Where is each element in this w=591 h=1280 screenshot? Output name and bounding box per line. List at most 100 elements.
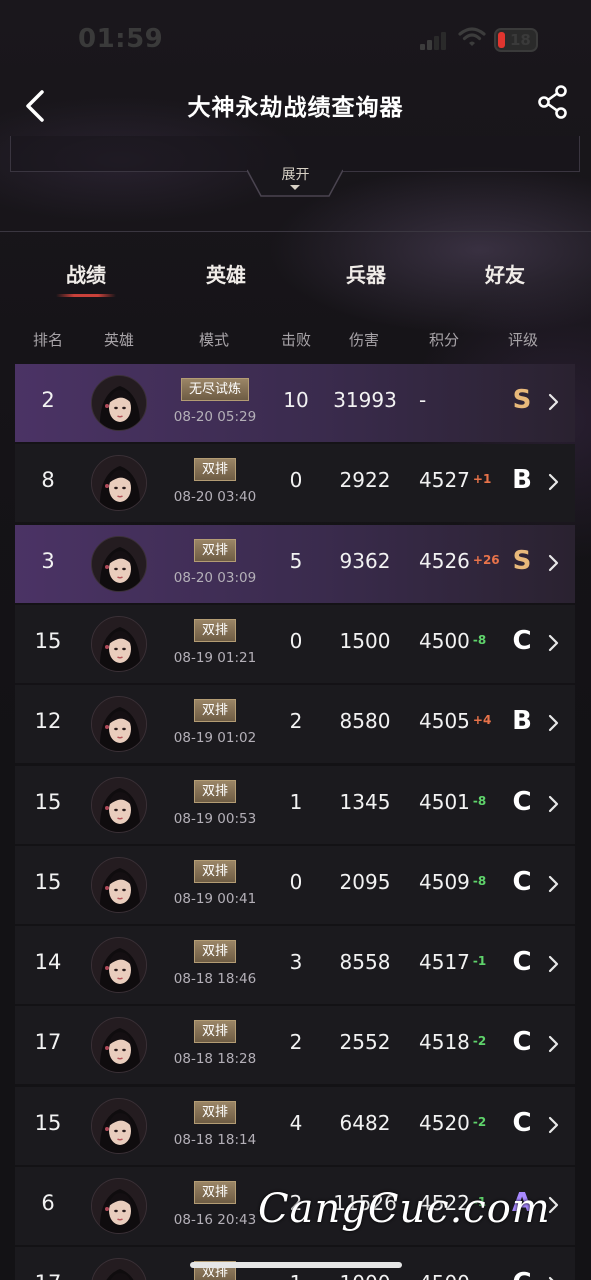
grade-value: C — [512, 626, 532, 656]
score-value: 4526 — [419, 549, 470, 573]
score-delta: -8 — [472, 874, 487, 888]
score-value: 4520 — [419, 1111, 470, 1135]
tab-records[interactable]: 战绩 — [36, 259, 136, 288]
table-row[interactable]: 15 双排 08-19 00:53 1 1345 4501 -8 C — [15, 766, 575, 844]
rank-value: 8 — [41, 468, 55, 492]
share-button[interactable] — [536, 84, 570, 120]
match-time: 08-20 03:40 — [173, 489, 257, 505]
mode-cell: 双排 08-20 03:40 — [165, 458, 265, 505]
table-row[interactable]: 3 双排 08-20 03:09 5 9362 4526 +26 S — [15, 525, 575, 603]
tab-heroes[interactable]: 英雄 — [176, 259, 276, 288]
watermark: CangCuc.com — [258, 1186, 551, 1232]
kills-value: 5 — [289, 549, 303, 573]
kills-value: 1 — [289, 790, 303, 814]
hero-avatar — [91, 696, 147, 752]
mode-badge: 双排 — [193, 860, 236, 883]
damage-value: 2095 — [339, 870, 391, 894]
caret-down-icon — [290, 185, 300, 190]
damage-value: 8580 — [339, 709, 391, 733]
rank-value: 2 — [41, 388, 55, 412]
hero-avatar — [91, 1258, 147, 1280]
mode-badge: 无尽试炼 — [180, 378, 249, 401]
chevron-right-icon[interactable] — [545, 631, 561, 655]
column-header-score: 积分 — [428, 331, 459, 349]
rank-value: 3 — [41, 549, 55, 573]
mode-badge: 双排 — [193, 539, 236, 562]
chevron-right-icon[interactable] — [545, 711, 561, 735]
rank-value: 15 — [34, 870, 62, 894]
score-cell: 4526 +26 — [415, 549, 505, 573]
active-tab-indicator — [56, 294, 116, 297]
mode-cell: 双排 08-18 18:46 — [165, 940, 265, 987]
score-cell: 4517 -1 — [415, 950, 505, 974]
chevron-right-icon[interactable] — [545, 1113, 561, 1137]
table-row[interactable]: 17 双排 08-18 18:28 2 2552 4518 -2 C — [15, 1006, 575, 1084]
match-time: 08-18 18:14 — [173, 1132, 257, 1148]
mode-cell: 双排 08-19 01:02 — [165, 699, 265, 746]
chevron-right-icon[interactable] — [545, 952, 561, 976]
grade-value: S — [512, 546, 532, 576]
hero-avatar — [91, 937, 147, 993]
score-delta: +4 — [472, 713, 492, 727]
score-value: - — [419, 388, 427, 412]
tab-friends[interactable]: 好友 — [455, 259, 555, 288]
kills-value: 4 — [289, 1111, 303, 1135]
table-row[interactable]: 15 双排 08-19 01:21 0 1500 4500 -8 C — [15, 605, 575, 683]
table-row[interactable]: 15 双排 08-19 00:41 0 2095 4509 -8 C — [15, 846, 575, 924]
chevron-right-icon[interactable] — [545, 390, 561, 414]
mode-cell: 双排 08-19 00:53 — [165, 780, 265, 827]
score-cell: 4527 +1 — [415, 468, 505, 492]
column-header-hero: 英雄 — [103, 331, 134, 349]
kills-value: 0 — [289, 629, 303, 653]
table-row[interactable]: 8 双排 08-20 03:40 0 2922 4527 +1 B — [15, 444, 575, 522]
hero-avatar — [91, 1098, 147, 1154]
score-value: 4500 — [419, 629, 470, 653]
mode-badge: 双排 — [193, 780, 236, 803]
chevron-right-icon[interactable] — [545, 1032, 561, 1056]
rank-value: 17 — [34, 1030, 62, 1054]
rank-value: 17 — [23, 1271, 73, 1280]
score-delta: -8 — [472, 633, 487, 647]
match-time: 08-20 03:09 — [173, 570, 257, 586]
rank-value: 15 — [34, 629, 62, 653]
kills-value: 2 — [289, 709, 303, 733]
kills-value: 0 — [289, 468, 303, 492]
score-value: 4527 — [419, 468, 470, 492]
damage-value: 1000 — [321, 1271, 409, 1280]
rank-value: 15 — [34, 1111, 62, 1135]
grade-value: C — [512, 1027, 532, 1057]
mode-badge: 双排 — [193, 619, 236, 642]
battery-icon: 18 — [494, 28, 538, 52]
score-cell: 4501 -8 — [415, 790, 505, 814]
cellular-signal-icon — [420, 30, 448, 50]
table-row[interactable]: 12 双排 08-19 01:02 2 8580 4505 +4 B — [15, 685, 575, 763]
score-value: 4501 — [419, 790, 470, 814]
chevron-right-icon[interactable] — [545, 551, 561, 575]
score-delta: -1 — [472, 954, 487, 968]
chevron-right-icon[interactable] — [545, 1273, 561, 1280]
grade-value: C — [507, 1268, 537, 1280]
grade-value: B — [512, 465, 532, 495]
score-value: 4517 — [419, 950, 470, 974]
hero-avatar — [91, 777, 147, 833]
mode-cell: 无尽试炼 08-20 05:29 — [165, 378, 265, 425]
mode-badge: 双排 — [193, 940, 236, 963]
rank-value: 14 — [34, 950, 62, 974]
chevron-right-icon[interactable] — [545, 792, 561, 816]
damage-value: 2922 — [339, 468, 391, 492]
score-delta: +1 — [472, 472, 492, 486]
kills-value: 2 — [289, 1030, 303, 1054]
table-row[interactable]: 14 双排 08-18 18:46 3 8558 4517 -1 C — [15, 926, 575, 1004]
table-row[interactable]: 2 无尽试炼 08-20 05:29 10 31993- S — [15, 364, 575, 442]
chevron-right-icon[interactable] — [545, 470, 561, 494]
chevron-right-icon[interactable] — [545, 872, 561, 896]
rank-value: 6 — [41, 1191, 55, 1215]
table-row[interactable]: 15 双排 08-18 18:14 4 6482 4520 -2 C — [15, 1087, 575, 1165]
mode-cell: 双排 08-16 20:43 — [165, 1181, 265, 1228]
page-title: 大神永劫战绩查询器 — [187, 95, 404, 121]
home-indicator[interactable] — [190, 1262, 402, 1268]
expand-button[interactable]: 展开 — [0, 164, 591, 184]
tab-weapons[interactable]: 兵器 — [316, 259, 416, 288]
kills-value: 3 — [289, 950, 303, 974]
damage-value: 2552 — [339, 1030, 391, 1054]
